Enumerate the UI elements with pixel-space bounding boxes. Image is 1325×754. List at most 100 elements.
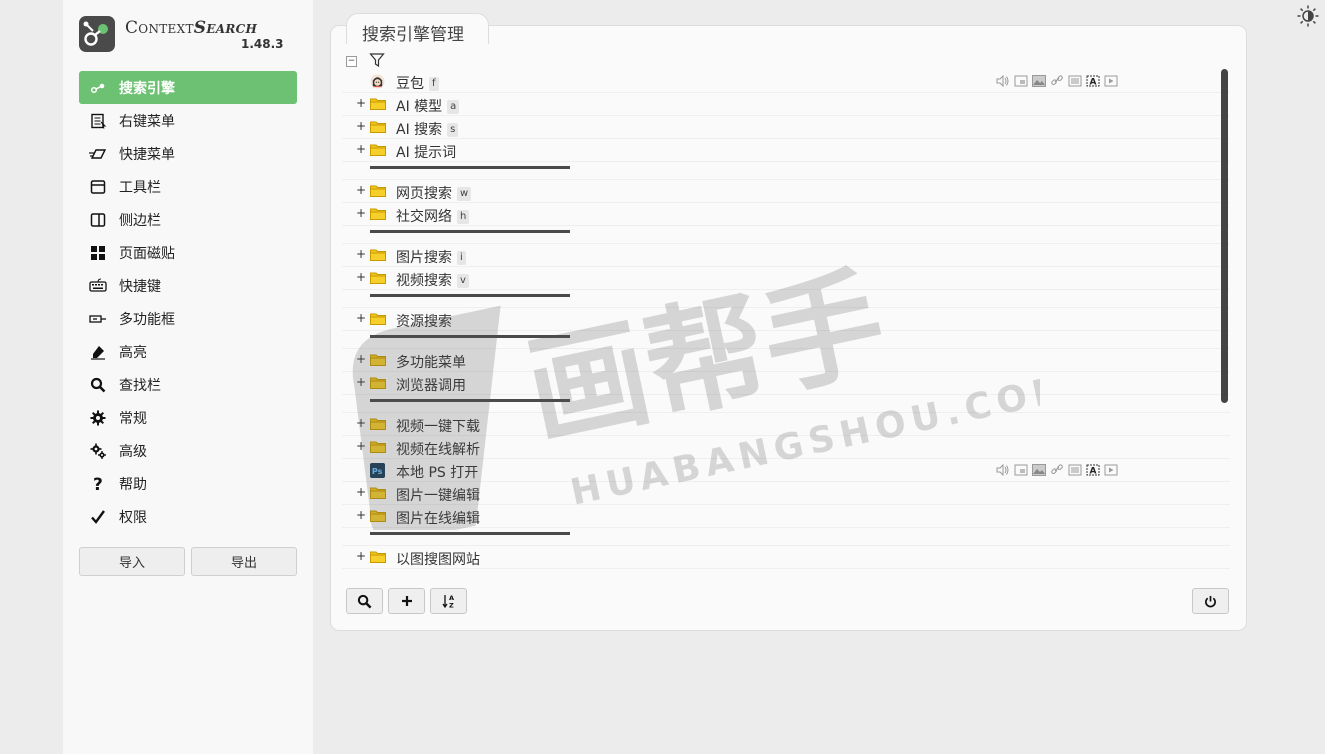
expand-toggle[interactable]: + [356, 143, 366, 155]
sidebar-item-help[interactable]: ? 帮助 [79, 467, 297, 500]
expand-toggle[interactable]: + [356, 353, 366, 365]
app-title: ContextSearch [125, 18, 257, 38]
sidebar-item-label: 查找栏 [119, 377, 161, 394]
expand-toggle[interactable]: + [356, 184, 366, 196]
folder-row[interactable]: + 社交网络 h [342, 203, 1230, 226]
sidebar-item-gear[interactable]: 常规 [79, 401, 297, 434]
folder-icon [370, 418, 386, 430]
selection-icon[interactable]: A [1086, 464, 1100, 476]
expand-toggle[interactable]: + [356, 248, 366, 260]
folder-row[interactable]: + AI 搜索 s [342, 116, 1230, 139]
folder-row[interactable]: + 资源搜索 [342, 308, 1230, 331]
export-button[interactable]: 导出 [191, 547, 297, 576]
tree-item-label: 图片在线编辑 [396, 508, 480, 528]
sidebar-item-keyboard[interactable]: 快捷键 [79, 269, 297, 302]
folder-row[interactable]: + 图片一键编辑 [342, 482, 1230, 505]
engine-row[interactable]: Ps 本地 PS 打开 A [342, 459, 1230, 482]
link-icon[interactable] [1050, 464, 1064, 476]
sidebar-item-label: 常规 [119, 410, 147, 427]
folder-row[interactable]: + 视频在线解析 [342, 436, 1230, 459]
folder-row[interactable]: + 网页搜索 w [342, 180, 1230, 203]
engine-row[interactable]: 豆包 f A [342, 70, 1230, 93]
speaker-icon[interactable] [996, 75, 1010, 87]
shortcut-key-badge: a [447, 100, 460, 114]
image-icon[interactable] [1032, 464, 1046, 476]
video-icon[interactable] [1104, 464, 1118, 476]
sidebar-item-omnibox[interactable]: 多功能框 [79, 302, 297, 335]
search-engine-tree[interactable]: − 豆包 f A + AI 模型 a + AI 搜索 s + AI 提示词 + 网页搜索 w + 社交网络 h +… [342, 50, 1230, 570]
expand-toggle[interactable]: + [356, 207, 366, 219]
svg-text:Z: Z [449, 602, 454, 610]
folder-icon-wrap [370, 417, 386, 431]
expand-toggle[interactable]: + [356, 120, 366, 132]
folder-row[interactable]: + 浏览器调用 [342, 372, 1230, 395]
folder-row[interactable]: + 图片搜索 i [342, 244, 1230, 267]
power-icon [1205, 595, 1216, 607]
tree-item-label: 社交网络 h [396, 206, 470, 226]
expand-toggle[interactable]: + [356, 486, 366, 498]
page-icon[interactable] [1068, 75, 1082, 87]
expand-toggle[interactable]: + [356, 550, 366, 562]
page-icon[interactable] [1068, 464, 1082, 476]
image-icon[interactable] [1032, 75, 1046, 87]
sidebar-item-find-bar[interactable]: 查找栏 [79, 368, 297, 401]
folder-row[interactable]: + AI 模型 a [342, 93, 1230, 116]
expand-toggle[interactable]: + [356, 312, 366, 324]
find-bar-icon [89, 376, 107, 394]
sidebar-item-highlight[interactable]: 高亮 [79, 335, 297, 368]
sidebar-item-page-tiles[interactable]: 页面磁贴 [79, 236, 297, 269]
search-button[interactable] [346, 588, 383, 614]
folder-row[interactable]: + AI 提示词 [342, 139, 1230, 162]
sidebar-item-label: 权限 [119, 509, 147, 526]
import-button[interactable]: 导入 [79, 547, 185, 576]
sidebar-item-sidebar[interactable]: 侧边栏 [79, 203, 297, 236]
speaker-icon[interactable] [996, 464, 1010, 476]
folder-row[interactable]: + 图片在线编辑 [342, 505, 1230, 528]
quick-menu-icon [89, 145, 107, 163]
expand-toggle[interactable]: + [356, 97, 366, 109]
expand-toggle[interactable]: + [356, 271, 366, 283]
sidebar-item-label: 快捷菜单 [119, 146, 175, 163]
link-icon[interactable] [1050, 75, 1064, 87]
tree-scrollbar[interactable] [1221, 69, 1228, 403]
expand-toggle[interactable]: + [356, 376, 366, 388]
folder-row[interactable]: + 多功能菜单 [342, 349, 1230, 372]
tree-item-text: AI 模型 [396, 99, 443, 115]
folder-icon [370, 510, 386, 522]
brand: ContextSearch 1.48.3 [79, 15, 299, 55]
separator [342, 162, 1230, 180]
sidebar-item-toolbar[interactable]: 工具栏 [79, 170, 297, 203]
folder-icon [370, 354, 386, 366]
sidebar-item-advanced-gears[interactable]: 高级 [79, 434, 297, 467]
folder-row[interactable]: + 以图搜图网站 [342, 546, 1230, 569]
folder-icon-wrap [370, 271, 386, 285]
frame-icon[interactable] [1014, 464, 1028, 476]
sidebar-item-context-menu[interactable]: 右键菜单 [79, 104, 297, 137]
selection-icon[interactable]: A [1086, 75, 1100, 87]
tree-item-text: 视频在线解析 [396, 442, 480, 458]
sidebar-item-check[interactable]: 权限 [79, 500, 297, 533]
sidebar-item-search-engines[interactable]: 搜索引擎 [79, 71, 297, 104]
folder-icon-wrap [370, 376, 386, 390]
collapse-all-button[interactable]: − [346, 56, 357, 67]
sort-button[interactable]: AZ [430, 588, 467, 614]
folder-icon [370, 377, 386, 389]
app-version: 1.48.3 [241, 37, 284, 51]
folder-row[interactable]: + 视频一键下载 [342, 413, 1230, 436]
expand-toggle[interactable]: + [356, 509, 366, 521]
sidebar-item-label: 快捷键 [119, 278, 161, 295]
expand-toggle[interactable]: + [356, 417, 366, 429]
theme-toggle-icon[interactable] [1296, 4, 1320, 28]
add-button[interactable] [388, 588, 425, 614]
frame-icon[interactable] [1014, 75, 1028, 87]
separator [342, 290, 1230, 308]
folder-row[interactable]: + 视频搜索 v [342, 267, 1230, 290]
video-icon[interactable] [1104, 75, 1118, 87]
folder-icon-wrap [370, 550, 386, 564]
power-button[interactable] [1192, 588, 1229, 614]
gear-icon [89, 409, 107, 427]
expand-toggle[interactable]: + [356, 440, 366, 452]
sidebar-item-quick-menu[interactable]: 快捷菜单 [79, 137, 297, 170]
keyboard-icon [89, 277, 107, 295]
filter-icon[interactable] [369, 52, 385, 68]
